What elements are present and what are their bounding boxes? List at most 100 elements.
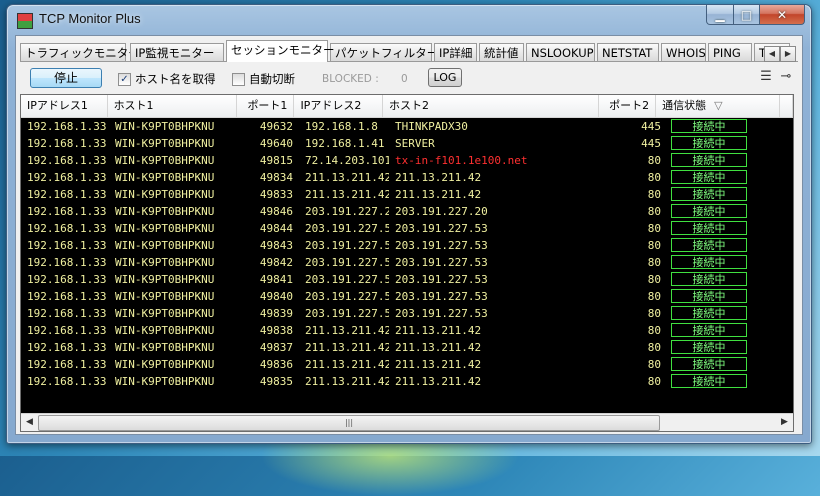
table-cell: 445 [641,137,661,150]
table-row[interactable]: 192.168.1.33 WIN-K9PT0BHPKNU 49833 211.13.2… [21,186,793,203]
table-cell: 49846 [259,205,293,218]
tab-9[interactable]: PING [708,43,752,61]
table-cell: 192.168.1.33 [27,205,107,218]
log-button[interactable]: LOG [428,68,462,87]
table-cell: 211.13.211.42 [395,324,482,337]
table-row[interactable]: 192.168.1.33 WIN-K9PT0BHPKNU 49836 211.13.2… [21,356,793,373]
table-cell: 49838 [259,324,293,337]
get-hostname-checkbox[interactable]: ✓ ホスト名を取得 [118,71,216,87]
status-badge: 接続中 [671,204,747,218]
table-cell: 80 [647,171,661,184]
table-cell: 192.168.1.33 [27,222,107,235]
column-header-label: IPアドレス2 [300,99,362,112]
tab-1[interactable]: IP監視モニター [130,43,224,61]
table-row[interactable]: 192.168.1.33 WIN-K9PT0BHPKNU 49844 203.191.… [21,220,793,237]
table-row[interactable]: 192.168.1.33 WIN-K9PT0BHPKNU 49835 211.13.2… [21,373,793,390]
tab-0[interactable]: トラフィックモニター [20,43,140,61]
table-row[interactable]: 192.168.1.33 WIN-K9PT0BHPKNU 49840 203.191.… [21,288,793,305]
table-cell: tx-in-f101.1e100.net [395,154,528,167]
maximize-button[interactable]: □ [734,5,760,25]
table-row[interactable]: 192.168.1.33 WIN-K9PT0BHPKNU 49632 192.168.… [21,118,793,135]
checkbox-empty-icon [232,72,245,86]
table-cell: WIN-K9PT0BHPKNU [115,341,215,354]
status-badge: 接続中 [671,272,747,286]
minimize-button[interactable]: ▁ [706,5,734,25]
column-header-4[interactable]: ホスト2 [383,95,600,117]
table-row[interactable]: 192.168.1.33 WIN-K9PT0BHPKNU 49842 203.191.… [21,254,793,271]
horizontal-scrollbar[interactable]: ◀ ||| ▶ [21,413,793,431]
table-cell: 80 [647,239,661,252]
table-row[interactable]: 192.168.1.33 WIN-K9PT0BHPKNU 49815 72.14.20… [21,152,793,169]
table-row[interactable]: 192.168.1.33 WIN-K9PT0BHPKNU 49834 211.13.2… [21,169,793,186]
sort-desc-icon: ▽ [714,99,723,112]
tab-8[interactable]: WHOIS [661,43,706,61]
table-cell: 203.191.227.53 [395,290,488,303]
table-cell: 49835 [259,375,293,388]
table-cell: 49840 [259,290,293,303]
table-row[interactable]: 192.168.1.33 WIN-K9PT0BHPKNU 49843 203.191.… [21,237,793,254]
scroll-left-icon[interactable]: ◀ [21,414,38,431]
table-cell: 211.13.211.42 [395,341,482,354]
table-cell: 49843 [259,239,293,252]
table-cell: 192.168.1.8 [305,120,378,133]
tab-6[interactable]: NSLOOKUP [526,43,595,61]
blocked-count: 0 [401,73,408,85]
tab-5[interactable]: 統計値 [479,43,524,61]
tab-scroll-left-icon[interactable]: ◀ [764,46,780,62]
scroll-right-icon[interactable]: ▶ [776,414,793,431]
table-cell: 203.191.227.53 [305,239,389,252]
table-cell: 211.13.211.42 [395,188,482,201]
tab-4[interactable]: IP詳細 [434,43,477,61]
column-header-3[interactable]: IPアドレス2 [294,95,383,117]
table-cell: 80 [647,154,661,167]
table-cell: 203.191.227.53 [395,222,488,235]
table-cell: WIN-K9PT0BHPKNU [115,307,215,320]
stop-button[interactable]: 停止 [30,68,102,88]
column-header-5[interactable]: ポート2 [599,95,657,117]
pin-icon[interactable]: ⊸ [778,70,794,84]
column-header-0[interactable]: IPアドレス1 [21,95,108,117]
table-row[interactable]: 192.168.1.33 WIN-K9PT0BHPKNU 49841 203.191.… [21,271,793,288]
table-cell: 49815 [259,154,293,167]
table-row[interactable]: 192.168.1.33 WIN-K9PT0BHPKNU 49839 203.191.… [21,305,793,322]
table-cell: 192.168.1.33 [27,290,107,303]
table-cell: 211.13.211.42 [395,171,482,184]
status-badge: 接続中 [671,340,747,354]
table-cell: 203.191.227.53 [395,307,488,320]
table-row[interactable]: 192.168.1.33 WIN-K9PT0BHPKNU 49640 192.168.… [21,135,793,152]
column-header-2[interactable]: ポート1 [237,95,295,117]
auto-disconnect-checkbox[interactable]: 自動切断 [232,71,295,87]
close-button[interactable]: ✕ [760,5,805,25]
table-cell: 211.13.211.42 [395,358,482,371]
table-cell: 203.191.227.53 [305,290,389,303]
table-cell: 80 [647,205,661,218]
column-header-label: ホスト1 [113,99,154,112]
status-badge: 接続中 [671,136,747,150]
get-hostname-label: ホスト名を取得 [135,72,216,86]
table-row[interactable]: 192.168.1.33 WIN-K9PT0BHPKNU 49837 211.13.2… [21,339,793,356]
status-badge: 接続中 [671,357,747,371]
tab-3[interactable]: パケットフィルター [330,43,438,61]
table-cell: 211.13.211.42 [395,375,482,388]
column-header-1[interactable]: ホスト1 [108,95,238,117]
table-cell: WIN-K9PT0BHPKNU [115,273,215,286]
window-title: TCP Monitor Plus [39,11,141,26]
column-header-6[interactable]: 通信状態 ▽ [656,95,780,117]
title-bar[interactable]: TCP Monitor Plus ▁ □ ✕ [7,5,811,35]
table-cell: 80 [647,358,661,371]
scroll-thumb[interactable]: ||| [38,415,660,431]
tab-scroll-right-icon[interactable]: ▶ [780,46,796,62]
column-header-label: ポート1 [247,99,288,112]
list-view-icon[interactable]: ☰ [758,70,774,84]
tab-2[interactable]: セッションモニター [226,40,335,62]
table-row[interactable]: 192.168.1.33 WIN-K9PT0BHPKNU 49838 211.13.2… [21,322,793,339]
tab-7[interactable]: NETSTAT [597,43,659,61]
table-cell: WIN-K9PT0BHPKNU [115,375,215,388]
table-cell: 49836 [259,358,293,371]
table-row[interactable]: 192.168.1.33 WIN-K9PT0BHPKNU 49846 203.191.… [21,203,793,220]
table-cell: 211.13.211.42 [305,188,389,201]
status-badge: 接続中 [671,153,747,167]
table-cell: 203.191.227.53 [305,307,389,320]
table-cell: 211.13.211.42 [305,358,389,371]
table-cell: 49834 [259,171,293,184]
